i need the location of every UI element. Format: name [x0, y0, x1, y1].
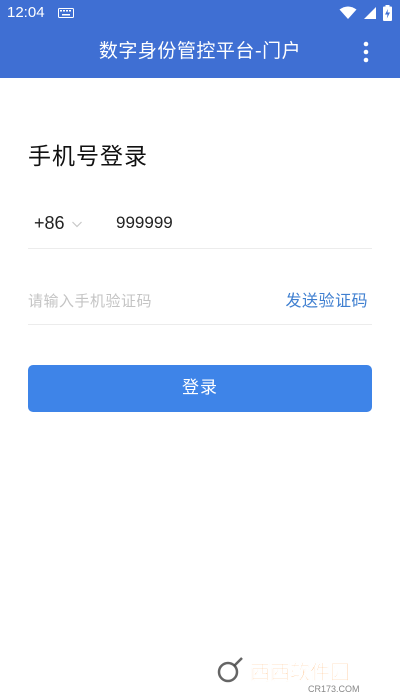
chevron-down-icon — [71, 221, 82, 227]
status-icons — [339, 4, 392, 22]
country-code-label: +86 — [34, 213, 65, 233]
keyboard-icon — [58, 8, 74, 18]
svg-text:CR173.COM: CR173.COM — [308, 684, 360, 694]
battery-charging-icon — [383, 5, 392, 21]
page-title: 手机号登录 — [28, 144, 148, 170]
login-screen: 12:04 数字身份管控平台-门户 手机号登录 +86 999999 请输入手机… — [0, 0, 400, 700]
app-title: 数字身份管控平台-门户 — [98, 40, 302, 62]
phone-row: +86 — [28, 201, 372, 249]
code-row: 请输入手机验证码 发送验证码 — [28, 277, 372, 325]
verification-code-input[interactable]: 请输入手机验证码 — [28, 290, 152, 311]
send-code-button[interactable]: 发送验证码 — [285, 287, 368, 311]
phone-input[interactable] — [116, 213, 336, 233]
login-button[interactable]: 登录 — [28, 365, 372, 412]
app-bar: 数字身份管控平台-门户 — [0, 26, 400, 78]
signal-icon — [364, 7, 376, 19]
svg-text:西西软件园: 西西软件园 — [250, 660, 350, 684]
wifi-icon — [339, 6, 357, 19]
watermark-logo: 西西软件园 CR173.COM — [200, 657, 388, 694]
more-vertical-icon[interactable] — [354, 40, 378, 64]
status-bar: 12:04 — [0, 0, 400, 26]
country-code-selector[interactable]: +86 — [34, 213, 83, 234]
status-time: 12:04 — [7, 4, 45, 21]
